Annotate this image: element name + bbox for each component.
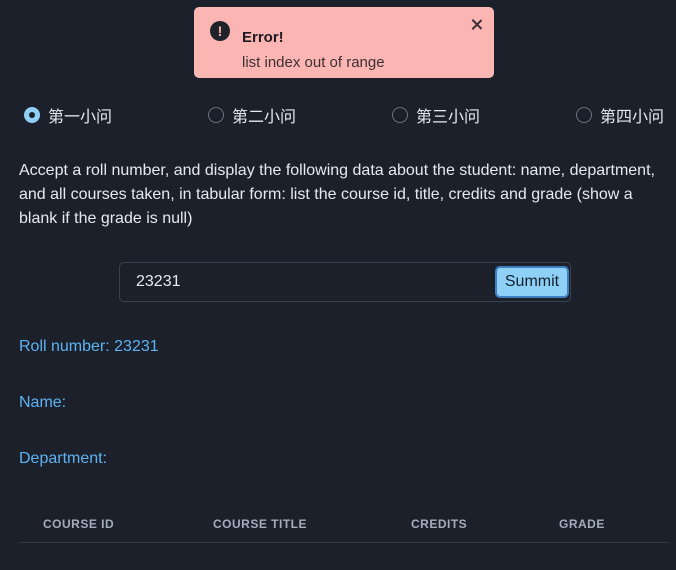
column-header-grade: GRADE [559, 517, 605, 531]
radio-label: 第四小问 [600, 109, 665, 126]
error-toast: ! Error! list index out of range [194, 7, 494, 78]
radio-unchecked-icon [576, 107, 592, 123]
column-header-credits: CREDITS [411, 517, 468, 531]
courses-table-header: COURSE ID COURSE TITLE CREDITS GRADE [19, 503, 669, 543]
radio-part-4[interactable]: 第四小问 [576, 103, 664, 127]
radio-part-1[interactable]: 第一小问 [24, 103, 112, 127]
name-text: Name: [19, 394, 67, 411]
department-text: Department: [19, 450, 108, 467]
roll-number-text: Roll number: 23231 [19, 338, 159, 355]
radio-checked-icon [24, 107, 40, 123]
page: ! Error! list index out of range 第一小问 第二… [0, 0, 676, 570]
close-icon[interactable] [469, 17, 485, 33]
radio-unchecked-icon [208, 107, 224, 123]
submit-button[interactable]: Summit [495, 266, 569, 298]
toast-message: list index out of range [242, 54, 385, 71]
radio-part-2[interactable]: 第二小问 [208, 103, 296, 127]
alert-circle-icon: ! [210, 21, 230, 41]
column-header-course-id: COURSE ID [43, 517, 115, 531]
radio-unchecked-icon [392, 107, 408, 123]
column-header-course-title: COURSE TITLE [213, 517, 308, 531]
radio-label: 第三小问 [416, 109, 481, 126]
radio-label: 第二小问 [232, 109, 297, 126]
radio-label: 第一小问 [48, 109, 113, 126]
toast-title: Error! [242, 29, 284, 46]
roll-number-input[interactable] [120, 263, 490, 301]
roll-number-input-group: Summit [119, 262, 571, 302]
question-description: Accept a roll number, and display the fo… [19, 162, 655, 227]
radio-part-3[interactable]: 第三小问 [392, 103, 480, 127]
